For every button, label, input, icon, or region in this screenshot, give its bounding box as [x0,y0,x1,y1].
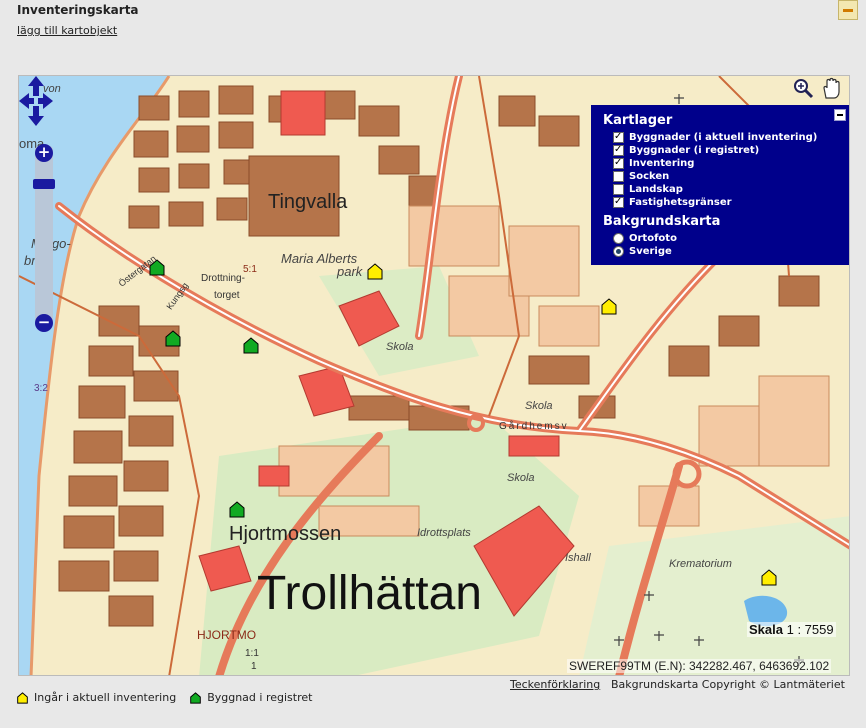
copyright-text: Bakgrundskarta Copyright © Lantmäteriet [611,678,845,691]
marker-legend: Ingår i aktuell inventering Byggnad i re… [17,691,312,704]
layer-row-5[interactable]: Fastighetsgränser [603,195,849,209]
label-hjortmo: HJORTMO [197,628,257,642]
layer-row-3[interactable]: Socken [603,170,849,183]
bg-option-label: Ortofoto [629,233,677,244]
scale-indicator: Skala 1 : 7559 [747,622,836,637]
layer-row-0[interactable]: Byggnader (i aktuell inventering) [603,130,849,144]
zoom-out-button[interactable]: − [35,314,53,332]
pan-down-icon[interactable] [28,106,44,126]
zoom-slider-track[interactable] [35,146,53,326]
map-viewport[interactable]: Tingvalla Maria Alberts park Drottning- … [18,75,850,676]
coordinate-readout: SWEREF99TM (E.N): 342282.467, 6463692.10… [567,659,832,673]
layer-switcher-panel: Kartlager Byggnader (i aktuell inventeri… [591,105,849,265]
background-map-title: Bakgrundskarta [603,214,721,229]
bg-option-0[interactable]: Ortofoto [603,232,849,245]
layer-checkbox[interactable] [613,195,624,208]
layer-row-1[interactable]: Byggnader (i registret) [603,143,849,157]
pan-control[interactable] [19,76,53,126]
label-hjortmossen: Hjortmossen [229,523,342,545]
marker-inventory[interactable] [761,569,777,586]
legend-link[interactable]: Teckenförklaring [510,678,600,691]
layers-title: Kartlager [603,113,673,128]
label-skola-1: Skola [386,341,414,353]
label-drottningtorget-1: Drottning- [201,273,245,284]
layer-label: Byggnader (i registret) [629,145,760,156]
layer-checkbox[interactable] [613,143,624,156]
layer-checkbox[interactable] [613,184,624,195]
legend-inventory-label: Ingår i aktuell inventering [34,691,177,704]
bg-radio[interactable] [613,233,624,244]
marker-registry[interactable] [149,259,165,276]
scale-value: 1 : 7559 [786,622,834,637]
bg-radio[interactable] [613,246,624,257]
label-krematorium: Krematorium [669,558,732,570]
marker-registry[interactable] [165,330,181,347]
label-ratio-3-2: 3:2 [34,383,48,394]
minimize-layer-panel-button[interactable] [834,109,846,121]
label-drottningtorget-2: torget [214,290,240,301]
layer-checkbox[interactable] [613,171,624,182]
add-map-object-link[interactable]: lägg till kartobjekt [17,24,117,37]
label-idrottsplats: Idrottsplats [417,527,471,539]
zoom-slider-handle[interactable] [33,179,55,189]
bg-option-1[interactable]: Sverige [603,245,849,258]
pan-hand-icon[interactable] [819,76,843,100]
label-ishall: Ishall [565,552,591,564]
marker-registry[interactable] [243,337,259,354]
pan-up-icon[interactable] [28,76,44,96]
layer-label: Landskap [629,184,683,195]
layer-label: Socken [629,171,670,182]
label-skola-2: Skola [525,400,553,412]
layer-checkbox[interactable] [613,156,624,169]
label-tingvalla: Tingvalla [268,191,348,213]
label-one: 1 [251,661,257,672]
label-ratio-5-1: 5:1 [243,264,257,275]
layer-checkbox[interactable] [613,130,624,143]
label-trollhattan: Trollhättan [257,567,482,620]
panel-title: Inventeringskarta [17,3,139,17]
inventory-marker-icon [17,691,28,704]
layer-label: Byggnader (i aktuell inventering) [629,132,818,143]
legend-registry-label: Byggnad i registret [207,691,313,704]
label-park: park [337,264,363,279]
layer-label: Fastighetsgränser [629,197,732,208]
label-skola-3: Skola [507,472,535,484]
pan-left-icon[interactable] [19,93,34,109]
marker-inventory[interactable] [367,263,383,280]
scale-label: Skala [749,622,783,637]
label-ratio-1-1: 1:1 [245,648,259,659]
registry-marker-icon [190,691,201,704]
legend-link-label[interactable]: Teckenförklaring [510,678,600,691]
zoom-box-icon[interactable] [791,76,815,100]
pan-right-icon[interactable] [38,93,53,109]
label-gardhemsv: Gårdhemsv [499,421,569,432]
layer-row-4[interactable]: Landskap [603,183,849,196]
layer-row-2[interactable]: Inventering [603,156,849,170]
marker-inventory[interactable] [601,298,617,315]
marker-registry[interactable] [229,501,245,518]
zoom-in-button[interactable]: + [35,144,53,162]
collapse-button[interactable] [838,0,858,20]
layer-label: Inventering [629,158,695,169]
bg-option-label: Sverige [629,246,672,257]
